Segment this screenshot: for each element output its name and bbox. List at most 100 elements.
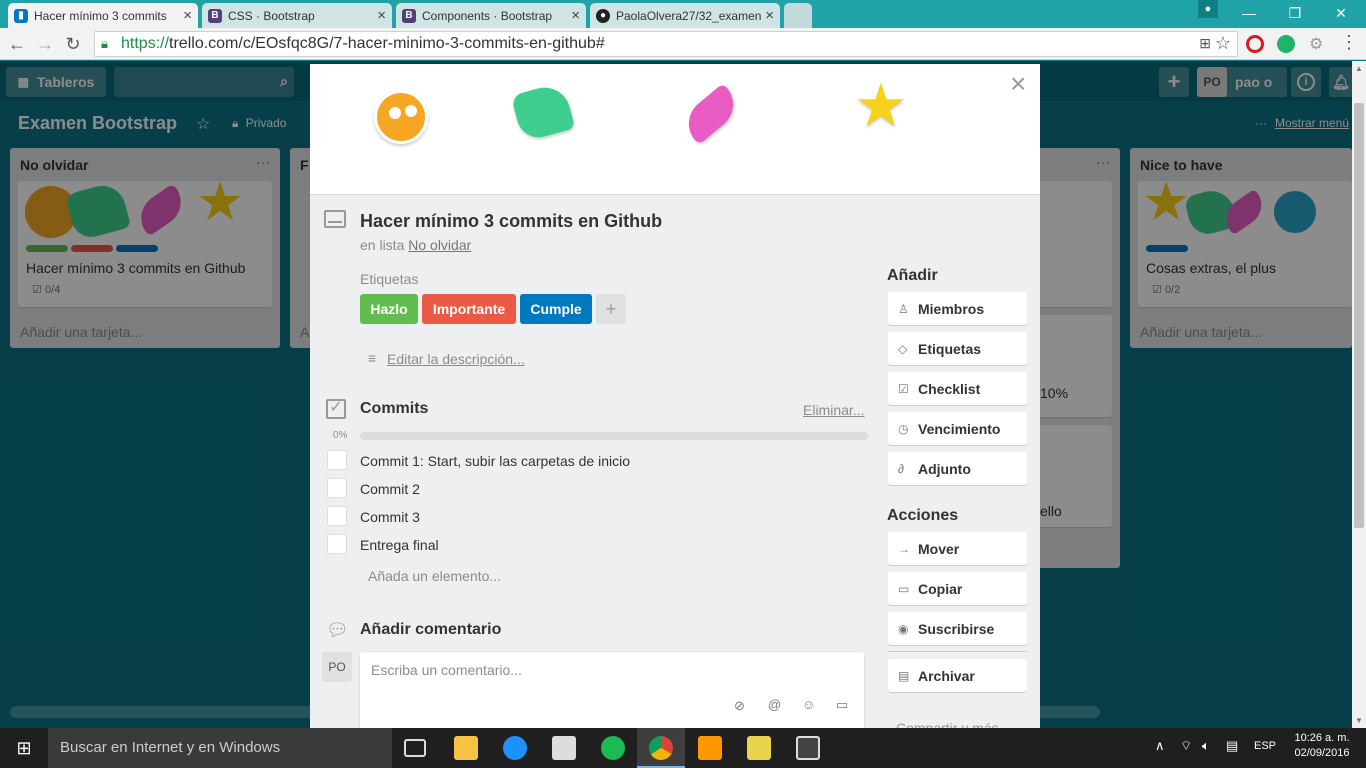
comment-avatar: PO bbox=[322, 652, 352, 682]
checklist-item[interactable]: Commit 2 bbox=[360, 481, 420, 497]
bookmark-star-icon[interactable]: ☆ bbox=[1215, 33, 1231, 54]
checklist-item-checkbox[interactable] bbox=[327, 506, 347, 526]
tab-title: Components · Bootstrap bbox=[422, 8, 553, 23]
reload-icon[interactable]: ↻ bbox=[62, 33, 84, 55]
edit-description-link[interactable]: Editar la descripción... bbox=[387, 351, 525, 367]
tab-trello-card[interactable]: ▮ Hacer mínimo 3 commits × bbox=[8, 3, 198, 28]
photos-icon[interactable] bbox=[796, 736, 820, 760]
list-link[interactable]: No olvidar bbox=[408, 237, 471, 253]
card-title[interactable]: Hacer mínimo 3 commits en Github bbox=[360, 211, 662, 232]
chevron-up-icon[interactable]: ∧ bbox=[1155, 738, 1165, 754]
tab-github[interactable]: ● PaolaOlvera27/32_examen × bbox=[590, 3, 780, 28]
actions-heading: Acciones bbox=[887, 507, 959, 524]
windows-start-icon[interactable]: ⊞ bbox=[0, 728, 48, 768]
lock-icon: 🔒︎ bbox=[101, 36, 108, 51]
label-hazlo[interactable]: Hazlo bbox=[360, 294, 418, 324]
opera-extension-icon[interactable] bbox=[1246, 35, 1264, 53]
archive-icon: ▤ bbox=[898, 668, 910, 683]
profile-icon[interactable]: ● bbox=[1198, 0, 1218, 18]
button-label: Adjunto bbox=[918, 460, 971, 477]
arrow-right-icon: → bbox=[898, 541, 910, 556]
checklist-item[interactable]: Entrega final bbox=[360, 537, 439, 553]
new-tab-button[interactable] bbox=[784, 3, 812, 28]
close-tab-icon[interactable]: × bbox=[765, 7, 774, 24]
checklist-item-checkbox[interactable] bbox=[327, 478, 347, 498]
delete-checklist-link[interactable]: Eliminar... bbox=[803, 402, 864, 418]
extension-icon[interactable]: ⚙ bbox=[1309, 34, 1323, 54]
chrome-taskbar-item[interactable] bbox=[637, 728, 685, 768]
description-icon: ≡ bbox=[368, 350, 377, 366]
sublime-text-icon[interactable] bbox=[698, 736, 722, 760]
file-explorer-icon[interactable] bbox=[454, 736, 478, 760]
button-label: Etiquetas bbox=[918, 340, 982, 357]
address-bar: ← → ↻ 🔒︎ https://trello.com/c/EOsfqc8G/7… bbox=[0, 28, 1366, 60]
attachment-button[interactable]: ∂ Adjunto bbox=[888, 452, 1027, 485]
close-tab-icon[interactable]: × bbox=[183, 7, 192, 24]
wifi-icon[interactable]: ⌔ bbox=[1180, 738, 1192, 754]
close-tab-icon[interactable]: × bbox=[377, 7, 386, 24]
copy-button[interactable]: ▭ Copiar bbox=[888, 572, 1027, 605]
card-icon bbox=[324, 210, 346, 228]
language-indicator[interactable]: ESP bbox=[1254, 740, 1276, 752]
forward-arrow-icon[interactable]: → bbox=[34, 33, 56, 55]
tag-icon: ◇ bbox=[898, 341, 908, 356]
card-icon-line bbox=[328, 221, 342, 223]
members-button[interactable]: ♙ Miembros bbox=[888, 292, 1027, 325]
checklist-item-checkbox[interactable] bbox=[327, 534, 347, 554]
sticker-eye bbox=[405, 105, 417, 117]
chrome-menu-icon[interactable]: ⋮ bbox=[1340, 32, 1358, 53]
github-icon: ● bbox=[596, 8, 610, 23]
labels-heading: Etiquetas bbox=[360, 271, 419, 287]
store-icon[interactable] bbox=[552, 736, 576, 760]
comment-input[interactable]: Escriba un comentario... ⊘ @ ☺ ▭ bbox=[360, 652, 864, 728]
clock[interactable]: 10:26 a. m. 02/09/2016 bbox=[1290, 732, 1354, 759]
grammarly-extension-icon[interactable] bbox=[1277, 35, 1295, 53]
tab-css-bootstrap[interactable]: B CSS · Bootstrap × bbox=[202, 3, 392, 28]
button-label: Copiar bbox=[918, 580, 963, 597]
move-button[interactable]: → Mover bbox=[888, 532, 1027, 565]
translate-icon[interactable]: ⊞ bbox=[1199, 35, 1211, 52]
archive-button[interactable]: ▤ Archivar bbox=[888, 659, 1027, 692]
notifications-icon[interactable]: ▤ bbox=[1226, 738, 1238, 754]
task-view-icon[interactable] bbox=[404, 739, 426, 757]
back-arrow-icon[interactable]: ← bbox=[6, 33, 28, 55]
add-label-button[interactable]: + bbox=[596, 294, 626, 324]
scroll-down-arrow-icon[interactable]: ▼ bbox=[1355, 716, 1363, 725]
checklist-title[interactable]: Commits bbox=[360, 400, 428, 418]
tab-components-bootstrap[interactable]: B Components · Bootstrap × bbox=[396, 3, 586, 28]
scrollbar-thumb[interactable] bbox=[1354, 103, 1364, 528]
due-date-button[interactable]: ◷ Vencimiento bbox=[888, 412, 1027, 445]
button-label: Checklist bbox=[918, 380, 981, 397]
button-label: Miembros bbox=[918, 300, 985, 317]
checklist-item[interactable]: Commit 1: Start, subir las carpetas de i… bbox=[360, 453, 630, 469]
taskbar-search-placeholder: Buscar en Internet y en Windows bbox=[60, 739, 281, 756]
tab-title: Hacer mínimo 3 commits bbox=[34, 8, 167, 23]
minimize-button[interactable]: — bbox=[1226, 0, 1272, 26]
bootstrap-icon: B bbox=[402, 8, 416, 23]
close-tab-icon[interactable]: × bbox=[571, 7, 580, 24]
emoji-icon[interactable]: ☺ bbox=[802, 697, 815, 712]
folder-icon[interactable] bbox=[747, 736, 771, 760]
spotify-icon[interactable] bbox=[601, 736, 625, 760]
labels-button[interactable]: ◇ Etiquetas bbox=[888, 332, 1027, 365]
close-window-button[interactable]: ✕ bbox=[1318, 0, 1364, 26]
label-importante[interactable]: Importante bbox=[422, 294, 516, 324]
share-link[interactable]: Compartir y más... bbox=[896, 720, 1010, 728]
volume-icon[interactable]: 🔈︎ bbox=[1202, 738, 1210, 754]
close-icon[interactable]: × bbox=[1010, 68, 1026, 100]
taskbar-search-input[interactable]: Buscar en Internet y en Windows bbox=[48, 728, 392, 768]
scroll-up-arrow-icon[interactable]: ▲ bbox=[1355, 64, 1363, 73]
add-checklist-item-link[interactable]: Añada un elemento... bbox=[368, 568, 501, 584]
attachment-icon[interactable]: ⊘ bbox=[734, 698, 745, 714]
copy-icon: ▭ bbox=[898, 581, 910, 596]
checklist-item-checkbox[interactable] bbox=[327, 450, 347, 470]
checklist-item[interactable]: Commit 3 bbox=[360, 509, 420, 525]
edge-icon[interactable] bbox=[503, 736, 527, 760]
card-link-icon[interactable]: ▭ bbox=[836, 697, 848, 713]
checklist-button[interactable]: ☑ Checklist bbox=[888, 372, 1027, 405]
mention-icon[interactable]: @ bbox=[768, 697, 781, 712]
restore-button[interactable]: ❐ bbox=[1272, 0, 1318, 26]
label-cumple[interactable]: Cumple bbox=[520, 294, 592, 324]
subscribe-button[interactable]: ◉ Suscribirse bbox=[888, 612, 1027, 645]
url-input[interactable]: 🔒︎ https://trello.com/c/EOsfqc8G/7-hacer… bbox=[94, 31, 1238, 57]
